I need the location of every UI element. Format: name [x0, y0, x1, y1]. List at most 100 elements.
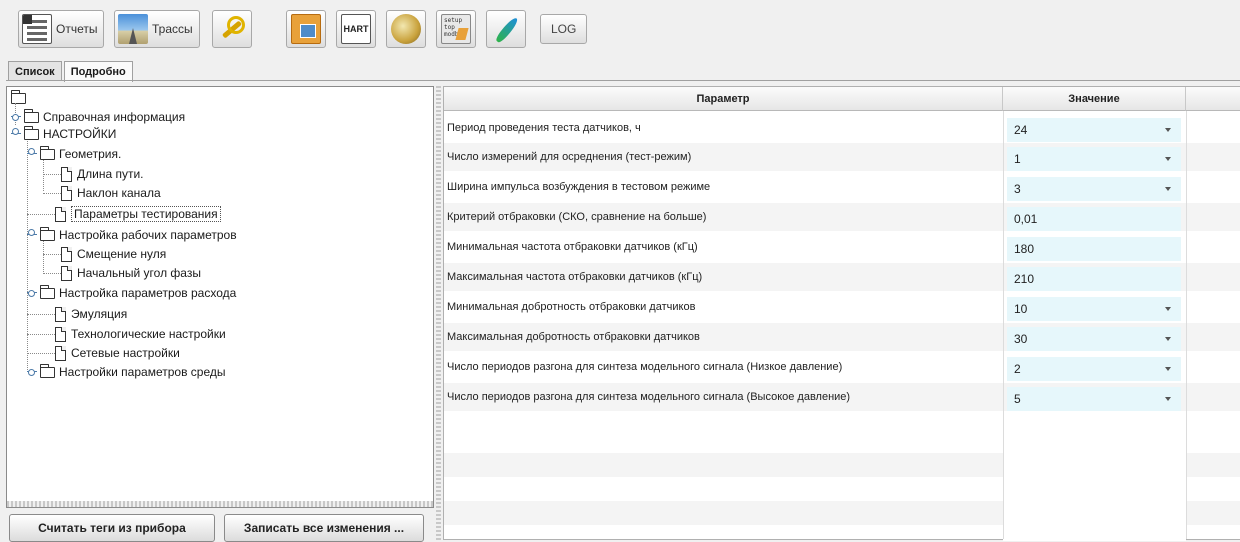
tree-item-emulation[interactable]: Эмуляция	[55, 305, 127, 323]
value-input[interactable]: 0,01	[1007, 207, 1181, 231]
tree-item-label: Длина пути.	[77, 167, 144, 181]
traces-button[interactable]: Трассы	[114, 10, 200, 48]
tree-line	[27, 129, 28, 372]
value-dropdown[interactable]: 2	[1007, 357, 1181, 381]
table-row[interactable]: Критерий отбраковки (СКО, сравнение на б…	[444, 203, 1240, 231]
value-dropdown[interactable]: 5	[1007, 387, 1181, 411]
tree-item-label: Настройка параметров расхода	[59, 286, 237, 300]
expand-toggle-icon[interactable]	[27, 288, 37, 298]
key-icon	[217, 14, 247, 44]
toolbar: Отчеты Трассы HART setup top modbus LOG	[0, 0, 1240, 60]
tree-line	[27, 334, 55, 335]
value-dropdown[interactable]: 30	[1007, 327, 1181, 351]
folder-icon	[24, 125, 39, 140]
value-text: 210	[1014, 272, 1035, 286]
param-name: Число периодов разгона для синтеза модел…	[447, 391, 851, 403]
tree-line	[27, 214, 55, 215]
value-text: 24	[1014, 123, 1028, 137]
tree-item-zero-offset[interactable]: Смещение нуля	[61, 245, 166, 263]
setup-icon-text: setup top modbus	[444, 17, 466, 38]
tree-line	[43, 193, 61, 194]
tree-item-network-settings[interactable]: Сетевые настройки	[55, 344, 180, 362]
tree-item-label: Смещение нуля	[77, 247, 167, 261]
hart-button[interactable]: HART	[336, 10, 376, 48]
dropdown-arrow-icon[interactable]	[1165, 128, 1171, 132]
table-row[interactable]: Максимальная частота отбраковки датчиков…	[444, 263, 1240, 291]
table-row[interactable]: Число периодов разгона для синтеза модел…	[444, 383, 1240, 411]
tree-item-channel-tilt[interactable]: Наклон канала	[61, 184, 161, 202]
tree-item-geometry[interactable]: Геометрия.	[27, 145, 121, 163]
value-dropdown[interactable]: 24	[1007, 118, 1181, 142]
log-button[interactable]: LOG	[540, 14, 588, 44]
tree-item-path-length[interactable]: Длина пути.	[61, 165, 144, 183]
setup-button[interactable]: setup top modbus	[436, 10, 476, 48]
tree-item-working-parameters[interactable]: Настройка рабочих параметров	[27, 226, 237, 244]
tree-line	[43, 273, 61, 274]
panel-splitter[interactable]	[436, 86, 441, 540]
value-text: 0,01	[1014, 212, 1038, 226]
tree-item-settings[interactable]: НАСТРОЙКИ	[11, 125, 116, 143]
expand-toggle-icon[interactable]	[27, 367, 37, 377]
tree-line	[27, 353, 55, 354]
tree-root[interactable]	[11, 89, 30, 107]
folder-icon	[40, 226, 55, 241]
value-input[interactable]: 180	[1007, 237, 1181, 261]
tree-item-label: Настройка рабочих параметров	[59, 228, 237, 242]
collapse-toggle-icon[interactable]	[11, 128, 21, 139]
tree-item-flow-parameters[interactable]: Настройка параметров расхода	[27, 284, 236, 302]
globe-button[interactable]	[386, 10, 426, 48]
param-name: Максимальная частота отбраковки датчиков…	[447, 271, 703, 283]
tree-item-tech-settings[interactable]: Технологические настройки	[55, 325, 226, 343]
value-dropdown[interactable]: 1	[1007, 147, 1181, 171]
dropdown-arrow-icon[interactable]	[1165, 307, 1171, 311]
folder-icon	[291, 14, 321, 44]
folder-icon	[11, 89, 26, 104]
key-button[interactable]	[212, 10, 252, 48]
traces-button-label: Трассы	[152, 22, 193, 36]
dropdown-arrow-icon[interactable]	[1165, 367, 1171, 371]
tree-item-medium-parameters[interactable]: Настройки параметров среды	[27, 363, 225, 381]
value-dropdown[interactable]: 3	[1007, 177, 1181, 201]
table-row[interactable]: Ширина импульса возбуждения в тестовом р…	[444, 173, 1240, 201]
dropdown-arrow-icon[interactable]	[1165, 397, 1171, 401]
folder-icon	[40, 363, 55, 378]
table-row[interactable]: Минимальная частота отбраковки датчиков …	[444, 233, 1240, 261]
write-all-button[interactable]: Записать все изменения ...	[224, 514, 424, 542]
tabs-divider	[6, 80, 1240, 81]
column-separator	[1003, 111, 1004, 539]
tree-line	[43, 254, 61, 255]
dropdown-arrow-icon[interactable]	[1165, 157, 1171, 161]
dropdown-arrow-icon[interactable]	[1165, 187, 1171, 191]
reports-button[interactable]: Отчеты	[18, 10, 105, 48]
page-icon	[61, 185, 72, 201]
table-row[interactable]: Период проведения теста датчиков, ч 24	[444, 114, 1240, 142]
report-document-icon	[22, 14, 52, 44]
value-input[interactable]: 210	[1007, 267, 1181, 291]
value-text: 10	[1014, 302, 1028, 316]
table-row[interactable]: Число периодов разгона для синтеза модел…	[444, 353, 1240, 381]
table-row[interactable]: Максимальная добротность отбраковки датч…	[444, 323, 1240, 351]
table-row[interactable]: Минимальная добротность отбраковки датчи…	[444, 293, 1240, 321]
feather-button[interactable]	[486, 10, 526, 48]
tree-item-initial-phase[interactable]: Начальный угол фазы	[61, 264, 201, 282]
value-text: 2	[1014, 362, 1021, 376]
value-dropdown[interactable]: 10	[1007, 297, 1181, 321]
page-icon	[55, 326, 66, 342]
table-row[interactable]: Число измерений для осреднения (тест-реж…	[444, 143, 1240, 171]
panel-resize-grip[interactable]	[7, 501, 433, 507]
column-header-value[interactable]: Значение	[1003, 87, 1186, 111]
tree-item-test-parameters[interactable]: Параметры тестирования	[55, 205, 221, 223]
folder-button[interactable]	[286, 10, 326, 48]
collapse-toggle-icon[interactable]	[27, 229, 37, 240]
tab-details[interactable]: Подробно	[63, 61, 133, 82]
dropdown-arrow-icon[interactable]	[1165, 337, 1171, 341]
expand-toggle-icon[interactable]	[11, 112, 21, 122]
tab-list[interactable]: Список	[8, 61, 62, 81]
column-header-empty[interactable]	[1186, 87, 1240, 111]
read-tags-button[interactable]: Считать теги из прибора	[9, 514, 215, 542]
collapse-toggle-icon[interactable]	[27, 148, 37, 159]
tree-item-label: НАСТРОЙКИ	[43, 127, 117, 141]
column-header-parameter[interactable]: Параметр	[444, 87, 1003, 111]
page-icon	[55, 206, 66, 222]
tree-item-reference-info[interactable]: Справочная информация	[11, 108, 185, 126]
